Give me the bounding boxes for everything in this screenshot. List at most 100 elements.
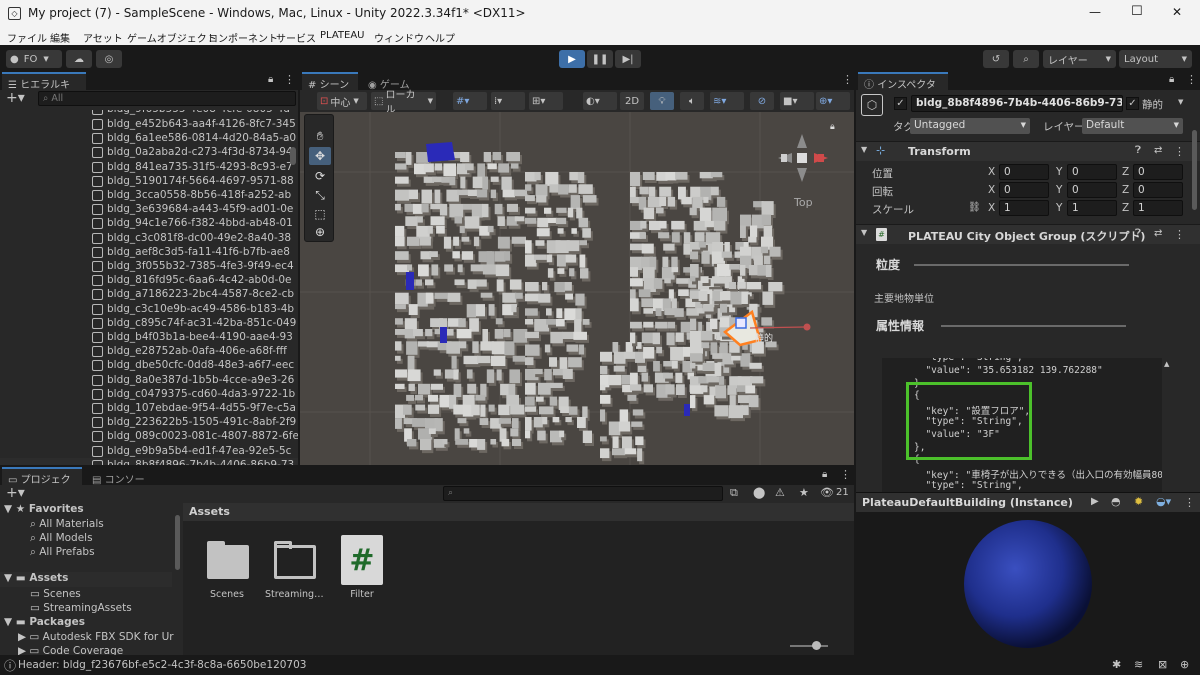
attributes-code-box[interactable]: "type": "String", "value": "35.653182 13…: [882, 358, 1162, 492]
menu-assets[interactable]: アセット: [83, 30, 123, 45]
lighting-button[interactable]: 💡︎: [650, 92, 674, 110]
layers-dropdown[interactable]: レイヤー ▼: [1043, 50, 1116, 68]
project-search-input[interactable]: ⌕: [443, 486, 723, 501]
menu-edit[interactable]: 編集: [50, 30, 70, 45]
tree-item[interactable]: ▶ ▭ Code Coverage: [18, 645, 123, 655]
mode-2d-button[interactable]: 2D: [620, 92, 644, 110]
tree-item[interactable]: ▭ Scenes: [30, 588, 81, 600]
visibility-button[interactable]: ⊘: [750, 92, 774, 110]
more-icon[interactable]: ⋮: [1186, 73, 1197, 86]
tree-item[interactable]: ▶ ▭ Autodesk FBX SDK for Ur: [18, 631, 174, 643]
hierarchy-item[interactable]: bldg_c0479375-cd60-4da3-9722-1b: [0, 387, 298, 402]
more-icon[interactable]: ⋮: [1184, 496, 1195, 509]
help-icon[interactable]: ❓︎: [1135, 228, 1141, 239]
hierarchy-item[interactable]: bldg_8a0e387d-1b5b-4cce-a9e3-26: [0, 373, 298, 388]
scale-y-field[interactable]: 1: [1067, 200, 1117, 216]
tab-inspector[interactable]: ⓘ インスペクター: [858, 72, 948, 106]
tab-scene[interactable]: # シーン: [302, 72, 358, 91]
alert-icon[interactable]: ⚠︎: [775, 486, 785, 499]
layout-dropdown[interactable]: Layout ▼: [1119, 50, 1192, 68]
sphere-icon[interactable]: ◓: [1111, 495, 1121, 508]
gizmo-lock-icon[interactable]: 🔒︎: [830, 122, 835, 132]
menu-services[interactable]: サービス: [276, 30, 316, 45]
search-button[interactable]: ⌕: [1013, 50, 1039, 68]
hierarchy-item[interactable]: bldg_089c0023-081c-4807-8872-6fe: [0, 429, 298, 444]
hierarchy-item[interactable]: bldg_0a2aba2d-c273-4f3d-8734-94: [0, 145, 298, 160]
transform-tool-button[interactable]: ⊕: [309, 223, 331, 241]
cache-icon[interactable]: ≋: [1134, 658, 1143, 671]
menu-gameobject[interactable]: ゲームオブジェクト: [127, 30, 217, 45]
more-icon[interactable]: ⋮: [284, 73, 295, 86]
hierarchy-item[interactable]: bldg_e452b643-aa4f-4126-8fc7-345: [0, 117, 298, 132]
more-icon[interactable]: ⋮: [842, 73, 853, 86]
step-button[interactable]: ▶|: [615, 50, 641, 68]
static-checkbox[interactable]: ✓: [1126, 97, 1139, 110]
audio-button[interactable]: 🔈︎: [680, 92, 704, 110]
hierarchy-item[interactable]: bldg_e28752ab-0afa-406e-a68f-fff: [0, 344, 298, 359]
tree-item[interactable]: ⌕ All Materials: [30, 518, 104, 531]
hierarchy-item[interactable]: bldg_c895c74f-ac31-42ba-851c-049: [0, 316, 298, 331]
play-icon[interactable]: ▶: [1091, 496, 1099, 507]
hierarchy-item[interactable]: bldg_a7186223-2bc4-4587-8ce2-cb: [0, 287, 298, 302]
asset-filter[interactable]: # Filter: [333, 535, 391, 609]
menu-window[interactable]: ウィンドウ: [374, 30, 424, 45]
scene-viewport[interactable]: Top 🔒︎ 静的 ✋︎ ✥ ⟳ ⤡ ⬚ ⊕: [300, 112, 854, 465]
hierarchy-item[interactable]: bldg_e9b9a5b4-ed1f-47ea-92e5-5c: [0, 444, 298, 459]
layer-dropdown[interactable]: Default ▼: [1082, 118, 1183, 134]
tree-favorites[interactable]: ▼ ★ Favorites: [4, 503, 84, 515]
transform-header[interactable]: ▼ ⊹ Transform ❓︎ ⇄ ⋮: [856, 141, 1200, 161]
hierarchy-item[interactable]: bldg_107ebdae-9f54-4d55-9f7e-c5a: [0, 401, 298, 416]
hierarchy-item[interactable]: bldg_8b8f4896-7b4b-4406-86b9-73: [0, 457, 298, 465]
orientation-gizmo[interactable]: [778, 134, 828, 182]
grid-snap-button[interactable]: #▾: [453, 92, 487, 110]
gizmos-button[interactable]: ⊕▾: [816, 92, 850, 110]
rot-x-field[interactable]: 0: [999, 182, 1049, 198]
scale-x-field[interactable]: 1: [999, 200, 1049, 216]
scale-tool-button[interactable]: ⤡: [309, 186, 331, 204]
add-button[interactable]: +▾: [6, 90, 25, 106]
hierarchy-item[interactable]: bldg_c3c10e9b-ac49-4586-b183-4b: [0, 302, 298, 317]
more-icon[interactable]: ⋮: [840, 468, 851, 481]
shading-dropdown[interactable]: ◐▾: [583, 92, 617, 110]
type-filter-icon[interactable]: ⧉: [730, 486, 738, 500]
camera-button[interactable]: ■▾: [780, 92, 814, 110]
collab-button[interactable]: ◎: [96, 50, 122, 68]
cloud-button[interactable]: ☁: [66, 50, 92, 68]
hierarchy-item[interactable]: bldg_3cca0558-8b56-418f-a252-ab: [0, 188, 298, 203]
code-scroll-up[interactable]: ▲: [1164, 360, 1169, 368]
preset-icon[interactable]: ⇄: [1154, 228, 1162, 239]
asset-scenes[interactable]: Scenes: [198, 539, 256, 609]
hierarchy-search-input[interactable]: ⌕ All: [38, 91, 296, 106]
tree-item[interactable]: ▭ StreamingAssets: [30, 602, 132, 614]
material-icon[interactable]: ◒▾: [1156, 495, 1171, 508]
globe-icon[interactable]: ⊕: [1180, 658, 1189, 671]
close-button[interactable]: ✕: [1172, 5, 1182, 19]
menu-component[interactable]: コンポーネント: [208, 30, 278, 45]
hierarchy-item[interactable]: bldg_5190174f-5664-4697-9571-88: [0, 174, 298, 189]
rect-tool-button[interactable]: ⬚: [309, 205, 331, 223]
tab-project[interactable]: ▭ プロジェクト: [2, 467, 82, 501]
menu-file[interactable]: ファイル: [7, 30, 47, 45]
pos-x-field[interactable]: 0: [999, 164, 1049, 180]
tree-assets[interactable]: ▼ ▬ Assets: [0, 572, 172, 587]
create-button[interactable]: +▾: [6, 485, 25, 501]
favorite-icon[interactable]: ★: [799, 486, 809, 499]
space-dropdown[interactable]: ⬚ ローカル ▼: [371, 90, 436, 116]
breadcrumb[interactable]: Assets: [189, 505, 230, 518]
network-icon[interactable]: ⊠: [1158, 658, 1167, 671]
move-tool-button[interactable]: ✥: [309, 147, 331, 165]
asset-streamingassets[interactable]: Streaming…: [265, 539, 324, 609]
bug-icon[interactable]: ✱: [1112, 658, 1121, 671]
hand-tool-button[interactable]: ✋︎: [309, 127, 331, 145]
minimize-button[interactable]: —: [1089, 5, 1101, 19]
help-icon[interactable]: ❓︎: [1135, 145, 1141, 156]
tree-item[interactable]: ⌕ All Models: [30, 532, 93, 545]
hierarchy-item[interactable]: bldg_223622b5-1505-491c-8abf-2f9: [0, 415, 298, 430]
align-button[interactable]: ⊞▾: [529, 92, 563, 110]
light-icon[interactable]: ✹: [1134, 495, 1143, 508]
effects-button[interactable]: ≋▾: [710, 92, 744, 110]
plateau-component-header[interactable]: ▼ # PLATEAU City Object Group (スクリプト) ❓︎…: [856, 224, 1200, 244]
pivot-dropdown[interactable]: ⊡ 中心 ▼: [317, 92, 367, 110]
hierarchy-item[interactable]: bldg_aef8c3d5-fa11-41f6-b7fb-ae8: [0, 245, 298, 260]
increment-snap-button[interactable]: ⁞▾: [491, 92, 525, 110]
